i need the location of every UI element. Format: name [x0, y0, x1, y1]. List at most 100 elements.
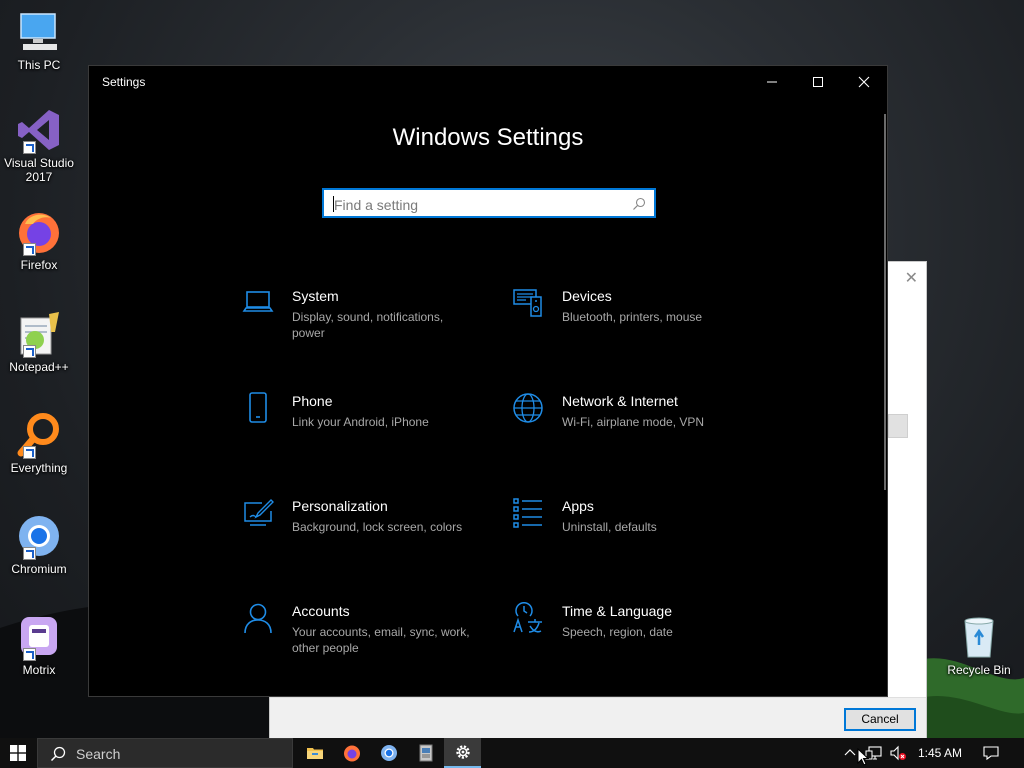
maximize-icon: [813, 77, 823, 87]
taskbar-search-box[interactable]: Search: [37, 738, 293, 768]
desktop-icon-label: Chromium: [11, 562, 67, 576]
volume-tray-button[interactable]: [888, 738, 908, 768]
settings-search-box[interactable]: [322, 188, 656, 218]
start-button[interactable]: [0, 738, 36, 768]
taskbar-file-explorer[interactable]: [296, 738, 333, 768]
maximize-button[interactable]: [795, 66, 841, 98]
desktop-icon-label: This PC: [17, 58, 61, 72]
minimize-button[interactable]: [749, 66, 795, 98]
tile-personalization[interactable]: Personalization Background, lock screen,…: [242, 497, 482, 567]
tile-description: Display, sound, notifications, power: [292, 310, 444, 340]
tile-title: System: [292, 288, 339, 304]
tile-title: Accounts: [292, 603, 350, 619]
taskbar-firefox[interactable]: [333, 738, 370, 768]
firefox-icon: [343, 745, 360, 762]
minimize-icon: [767, 81, 777, 83]
show-hidden-icons-button[interactable]: [842, 738, 858, 768]
desktop-icon-everything[interactable]: Everything: [2, 411, 76, 475]
settings-window: Settings Windows Settings System Display…: [88, 65, 888, 697]
globe-icon: [512, 392, 544, 424]
tile-description: Uninstall, defaults: [562, 520, 657, 534]
chevron-up-icon: [844, 749, 856, 756]
tile-description: Background, lock screen, colors: [292, 520, 463, 534]
shortcut-arrow-icon: [23, 648, 36, 661]
search-icon: [50, 746, 66, 762]
tile-title: Phone: [292, 393, 333, 409]
close-icon[interactable]: ✕: [905, 268, 918, 288]
visual-studio-icon: [15, 106, 63, 154]
apps-list-icon: [512, 497, 544, 529]
desktop-icon-label: Visual Studio 2017: [4, 156, 74, 184]
tile-title: Devices: [562, 288, 612, 304]
taskbar-chromium[interactable]: [370, 738, 407, 768]
tile-description: Wi-Fi, airplane mode, VPN: [562, 415, 705, 429]
desktop-icon-notepadpp[interactable]: Notepad++: [2, 310, 76, 374]
clock[interactable]: 1:45 AM: [918, 746, 962, 760]
desktop-icon-label: Motrix: [22, 663, 56, 677]
desktop-icon-visual-studio[interactable]: Visual Studio 2017: [2, 106, 76, 184]
folder-icon: [306, 748, 323, 759]
taskbar: Search 1:45 AM: [0, 738, 1024, 768]
desktop-icon-motrix[interactable]: Motrix: [2, 613, 76, 677]
tile-phone[interactable]: Phone Link your Android, iPhone: [242, 392, 482, 462]
tile-description: Link your Android, iPhone: [292, 415, 429, 429]
cancel-button[interactable]: Cancel: [844, 708, 916, 731]
search-icon: [633, 197, 646, 210]
windows-logo-icon: [10, 745, 26, 761]
desktop-icon-label: Everything: [10, 461, 68, 475]
tile-description: Speech, region, date: [562, 625, 673, 639]
tile-network-internet[interactable]: Network & Internet Wi-Fi, airplane mode,…: [512, 392, 752, 462]
personalization-icon: [242, 497, 274, 529]
dialog-button-bar: Cancel: [270, 697, 926, 738]
chromium-icon: [380, 745, 397, 761]
desktop-icon-label: Recycle Bin: [947, 663, 1011, 677]
desktop-icon-chromium[interactable]: Chromium: [2, 512, 76, 576]
gear-icon: [455, 745, 470, 759]
person-icon: [242, 602, 274, 634]
desktop-icon-this-pc[interactable]: This PC: [2, 8, 76, 72]
tile-title: Personalization: [292, 498, 388, 514]
devices-icon: [512, 287, 544, 319]
shortcut-arrow-icon: [23, 547, 36, 560]
scrollbar[interactable]: [884, 114, 886, 490]
tile-system[interactable]: System Display, sound, notifications, po…: [242, 287, 482, 357]
shortcut-arrow-icon: [23, 243, 36, 256]
desktop-icon-label: Notepad++: [9, 360, 69, 374]
recycle-bin-icon: [955, 613, 1003, 661]
taskbar-app-window[interactable]: [407, 738, 444, 768]
tile-accounts[interactable]: Accounts Your accounts, email, sync, wor…: [242, 602, 482, 672]
tile-description: Your accounts, email, sync, work, other …: [292, 625, 470, 655]
close-button[interactable]: [841, 66, 887, 98]
volume-muted-icon: [890, 745, 906, 761]
laptop-icon: [242, 287, 274, 319]
desktop-icon-recycle-bin[interactable]: Recycle Bin: [942, 613, 1016, 677]
tile-title: Apps: [562, 498, 594, 514]
shortcut-arrow-icon: [23, 141, 36, 154]
window-title: Settings: [102, 75, 146, 89]
computer-icon: [15, 8, 63, 56]
title-bar[interactable]: Settings: [89, 66, 887, 98]
time-language-icon: [512, 601, 544, 634]
mouse-cursor-icon: [857, 748, 869, 766]
desktop-icon-label: Firefox: [20, 258, 58, 272]
firefox-icon: [15, 208, 63, 256]
close-icon: [858, 76, 870, 88]
chromium-icon: [15, 512, 63, 560]
tile-description: Bluetooth, printers, mouse: [562, 310, 703, 324]
desktop-icon-firefox[interactable]: Firefox: [2, 208, 76, 272]
shortcut-arrow-icon: [23, 446, 36, 459]
phone-icon: [242, 392, 274, 424]
magnifier-app-icon: [15, 411, 63, 459]
taskbar-settings[interactable]: [444, 738, 481, 768]
tile-apps[interactable]: Apps Uninstall, defaults: [512, 497, 752, 567]
tile-devices[interactable]: Devices Bluetooth, printers, mouse: [512, 287, 752, 357]
tile-title: Time & Language: [562, 603, 672, 619]
search-input[interactable]: [332, 194, 626, 216]
shortcut-arrow-icon: [23, 345, 36, 358]
page-title: Windows Settings: [392, 124, 584, 151]
action-center-button[interactable]: [980, 738, 1002, 768]
search-placeholder: Search: [76, 746, 121, 762]
application-icon: [419, 744, 432, 762]
tile-title: Network & Internet: [562, 393, 678, 409]
tile-time-language[interactable]: Time & Language Speech, region, date: [512, 601, 752, 672]
